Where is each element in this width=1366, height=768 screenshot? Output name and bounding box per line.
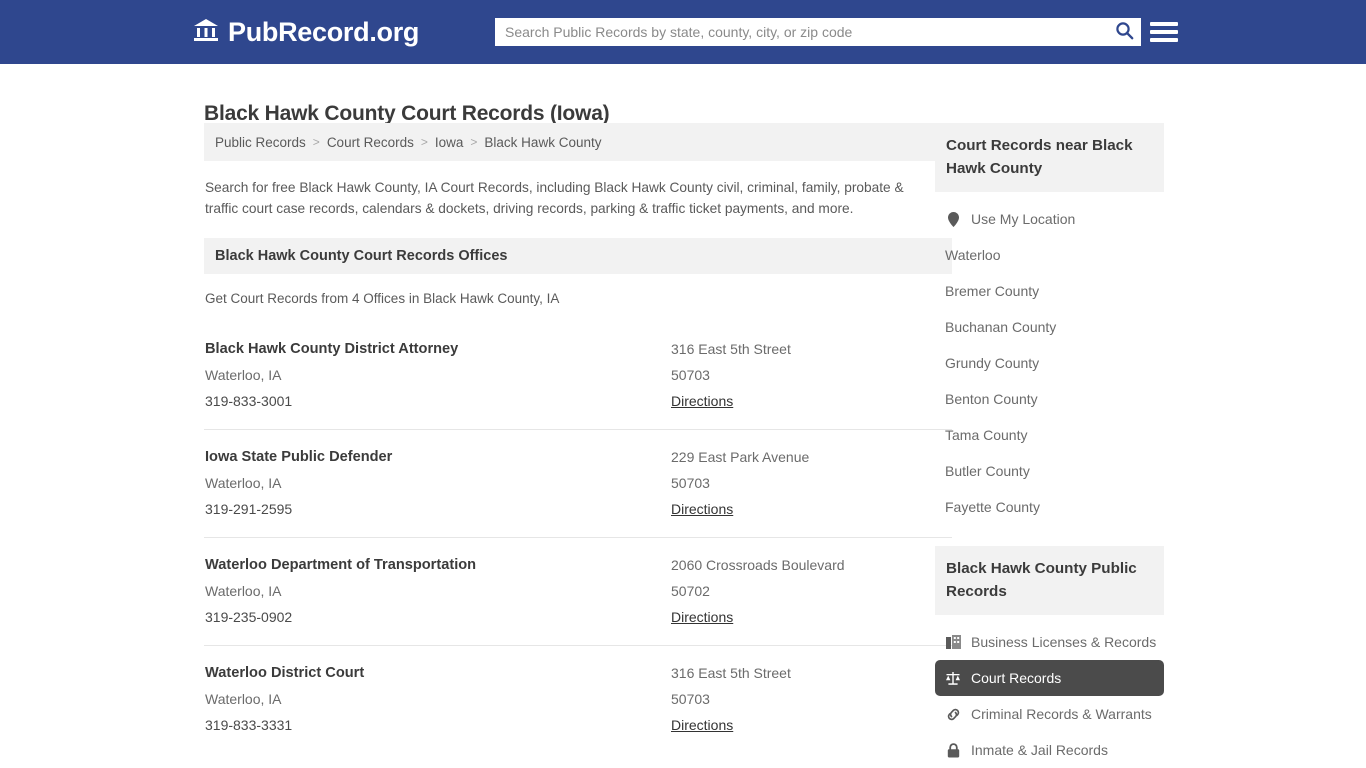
site-header: PubRecord.org xyxy=(0,0,1366,64)
sidebar-item-butler-county[interactable]: Butler County xyxy=(935,453,1164,489)
sidebar-item-label: Business Licenses & Records xyxy=(971,634,1156,650)
office-row: Waterloo District Court Waterloo, IA 319… xyxy=(204,645,952,753)
office-address-block: 316 East 5th Street 50703 Directions xyxy=(671,336,791,414)
breadcrumb-separator: > xyxy=(470,135,477,149)
sidebar-item-label: Buchanan County xyxy=(945,319,1056,335)
sidebar-item-bremer-county[interactable]: Bremer County xyxy=(935,273,1164,309)
main-content: Public Records > Court Records > Iowa > … xyxy=(204,123,952,768)
directions-link[interactable]: Directions xyxy=(671,604,733,630)
sidebar-item-label: Benton County xyxy=(945,391,1038,407)
office-name: Black Hawk County District Attorney xyxy=(205,336,952,362)
page-description: Search for free Black Hawk County, IA Co… xyxy=(205,177,915,219)
chain-link-icon xyxy=(945,706,961,722)
sidebar-item-business-licenses[interactable]: Business Licenses & Records xyxy=(935,624,1164,660)
sidebar: Court Records near Black Hawk County Use… xyxy=(935,123,1164,768)
breadcrumb-item-current: Black Hawk County xyxy=(484,135,601,150)
sidebar-item-tama-county[interactable]: Tama County xyxy=(935,417,1164,453)
directions-link[interactable]: Directions xyxy=(671,388,733,414)
search-button[interactable] xyxy=(1107,18,1141,46)
map-pin-icon xyxy=(945,211,961,227)
office-street: 316 East 5th Street xyxy=(671,660,791,686)
sidebar-item-label: Tama County xyxy=(945,427,1027,443)
sidebar-item-criminal-records[interactable]: Criminal Records & Warrants xyxy=(935,696,1164,732)
offices-section-heading: Black Hawk County Court Records Offices xyxy=(204,238,952,274)
bank-building-icon xyxy=(193,18,219,47)
building-icon xyxy=(945,634,961,650)
hamburger-menu-button[interactable] xyxy=(1150,18,1178,46)
office-zip: 50703 xyxy=(671,470,809,496)
office-street: 2060 Crossroads Boulevard xyxy=(671,552,845,578)
office-address-block: 229 East Park Avenue 50703 Directions xyxy=(671,444,809,522)
office-address-block: 2060 Crossroads Boulevard 50702 Directio… xyxy=(671,552,845,630)
sidebar-item-grundy-county[interactable]: Grundy County xyxy=(935,345,1164,381)
search-icon xyxy=(1115,21,1134,43)
office-street: 229 East Park Avenue xyxy=(671,444,809,470)
sidebar-item-label: Bremer County xyxy=(945,283,1039,299)
office-city: Waterloo, IA xyxy=(205,362,952,388)
office-city: Waterloo, IA xyxy=(205,470,952,496)
sidebar-item-benton-county[interactable]: Benton County xyxy=(935,381,1164,417)
office-row: Iowa State Public Defender Waterloo, IA … xyxy=(204,429,952,537)
sidebar-item-court-records[interactable]: Court Records xyxy=(935,660,1164,696)
office-street: 316 East 5th Street xyxy=(671,336,791,362)
breadcrumb-item-iowa[interactable]: Iowa xyxy=(435,135,464,150)
lock-icon xyxy=(945,742,961,758)
sidebar-item-label: Grundy County xyxy=(945,355,1039,371)
offices-list: Black Hawk County District Attorney Wate… xyxy=(204,322,952,753)
balance-scales-icon xyxy=(945,670,961,686)
sidebar-public-records-list: Business Licenses & Records Court Record… xyxy=(935,624,1164,768)
office-address-block: 316 East 5th Street 50703 Directions xyxy=(671,660,791,738)
breadcrumb-item-court-records[interactable]: Court Records xyxy=(327,135,414,150)
sidebar-item-use-my-location[interactable]: Use My Location xyxy=(935,201,1164,237)
breadcrumb-separator: > xyxy=(421,135,428,149)
office-name: Iowa State Public Defender xyxy=(205,444,952,470)
sidebar-item-inmate-jail-records[interactable]: Inmate & Jail Records xyxy=(935,732,1164,768)
breadcrumb: Public Records > Court Records > Iowa > … xyxy=(204,123,952,161)
office-name: Waterloo District Court xyxy=(205,660,952,686)
sidebar-item-label: Fayette County xyxy=(945,499,1040,515)
hamburger-menu-icon xyxy=(1150,38,1178,42)
sidebar-public-records-heading: Black Hawk County Public Records xyxy=(935,546,1164,615)
breadcrumb-item-public-records[interactable]: Public Records xyxy=(215,135,306,150)
offices-section-subheading: Get Court Records from 4 Offices in Blac… xyxy=(205,291,952,306)
search-bar xyxy=(495,18,1141,46)
sidebar-public-records-block: Black Hawk County Public Records B xyxy=(935,546,1164,768)
office-row: Waterloo Department of Transportation Wa… xyxy=(204,537,952,645)
office-row: Black Hawk County District Attorney Wate… xyxy=(204,322,952,429)
sidebar-near-list: Use My Location Waterloo Bremer County B… xyxy=(935,201,1164,525)
sidebar-item-label: Court Records xyxy=(971,670,1061,686)
office-zip: 50702 xyxy=(671,578,845,604)
office-phone: 319-833-3331 xyxy=(205,712,952,738)
office-phone: 319-833-3001 xyxy=(205,388,952,414)
site-logo-text: PubRecord.org xyxy=(228,16,419,48)
sidebar-near-heading: Court Records near Black Hawk County xyxy=(935,123,1164,192)
sidebar-item-label: Criminal Records & Warrants xyxy=(971,706,1152,722)
sidebar-item-label: Butler County xyxy=(945,463,1030,479)
directions-link[interactable]: Directions xyxy=(671,496,733,522)
sidebar-item-label: Inmate & Jail Records xyxy=(971,742,1108,758)
office-zip: 50703 xyxy=(671,686,791,712)
office-phone: 319-291-2595 xyxy=(205,496,952,522)
sidebar-item-label: Waterloo xyxy=(945,247,1001,263)
office-zip: 50703 xyxy=(671,362,791,388)
breadcrumb-separator: > xyxy=(313,135,320,149)
sidebar-item-waterloo[interactable]: Waterloo xyxy=(935,237,1164,273)
sidebar-item-buchanan-county[interactable]: Buchanan County xyxy=(935,309,1164,345)
directions-link[interactable]: Directions xyxy=(671,712,733,738)
search-input[interactable] xyxy=(495,18,1107,46)
sidebar-item-label: Use My Location xyxy=(971,211,1075,227)
hamburger-menu-icon xyxy=(1150,30,1178,34)
site-logo-link[interactable]: PubRecord.org xyxy=(193,16,419,48)
hamburger-menu-icon xyxy=(1150,22,1178,26)
office-city: Waterloo, IA xyxy=(205,686,952,712)
sidebar-item-fayette-county[interactable]: Fayette County xyxy=(935,489,1164,525)
